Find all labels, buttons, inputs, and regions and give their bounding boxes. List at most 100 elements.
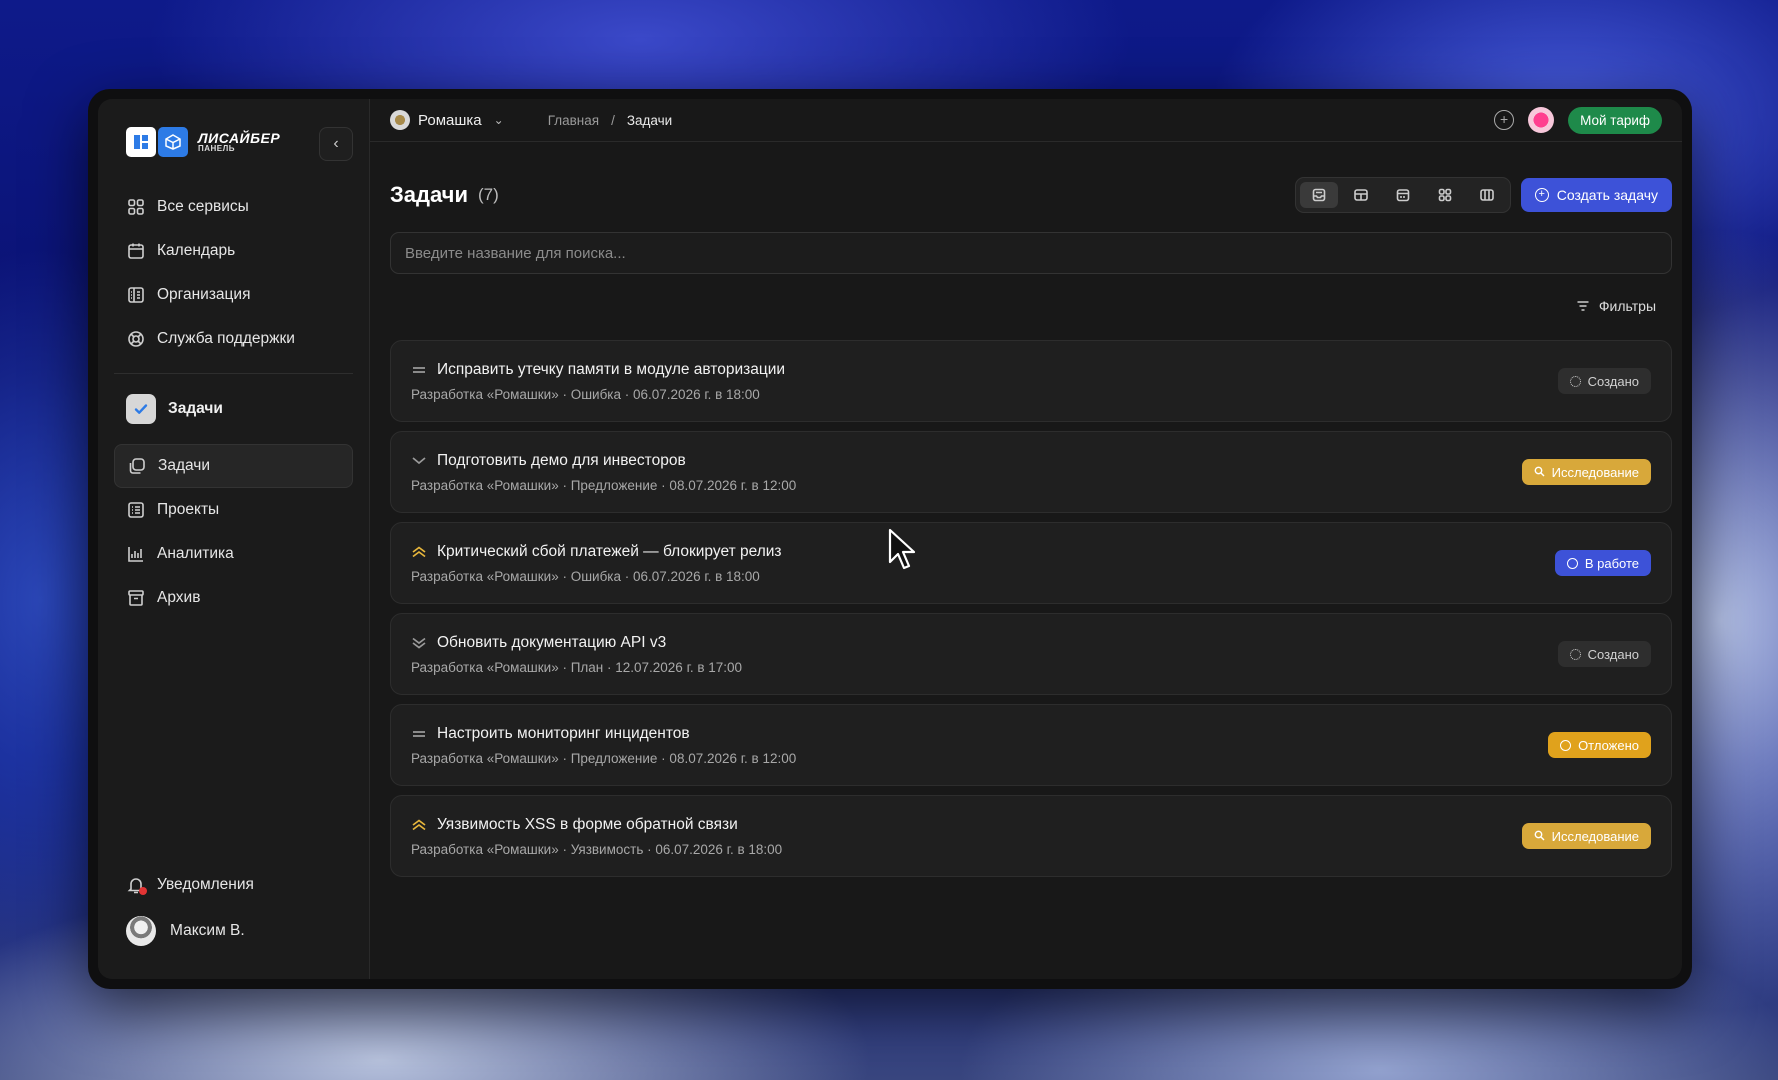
sidebar-item-label: Организация <box>157 286 251 303</box>
lifebuoy-icon <box>128 331 144 347</box>
checkbox-app-icon <box>126 394 156 424</box>
chevron-down-icon: ⌄ <box>493 113 504 127</box>
my-tariff-button[interactable]: Мой тариф <box>1568 106 1662 134</box>
task-card[interactable]: Исправить утечку памяти в модуле авториз… <box>390 340 1672 422</box>
org-name: Ромашка <box>418 111 482 129</box>
sidebar-bottom: Уведомления Максим В. <box>114 865 353 957</box>
sidebar-item-label: Календарь <box>157 242 236 259</box>
building-icon <box>128 287 144 303</box>
task-title: Обновить документацию API v3 <box>437 633 667 651</box>
chart-icon <box>128 547 143 562</box>
mouse-pointer-icon <box>888 528 916 570</box>
sidebar-item-archive[interactable]: Архив <box>114 576 353 620</box>
search-placeholder: Введите название для поиска... <box>405 244 626 262</box>
task-card[interactable]: Уязвимость XSS в форме обратной связи Ра… <box>390 795 1672 877</box>
search-input[interactable]: Введите название для поиска... <box>390 232 1672 274</box>
sidebar-item-projects[interactable]: Проекты <box>114 488 353 532</box>
notification-dot <box>139 887 147 895</box>
sidebar-item-label: Аналитика <box>157 545 234 562</box>
brand-subtitle: ПАНЕЛЬ <box>198 144 236 153</box>
status-in-progress-icon <box>1566 557 1578 569</box>
create-task-button[interactable]: + Создать задачу <box>1520 178 1672 212</box>
logo-mark-icon <box>126 127 156 157</box>
user-profile[interactable]: Максим В. <box>114 905 353 957</box>
task-card[interactable]: Подготовить демо для инвесторов Разработ… <box>390 431 1672 513</box>
section-header-tasks[interactable]: Задачи <box>114 386 353 432</box>
status-label: Исследование <box>1551 464 1639 480</box>
avatar <box>126 916 156 946</box>
sidebar: ЛИСАЙБЕР ПАНЕЛЬ ‹ Все сервисы Календарь … <box>98 99 370 979</box>
task-card[interactable]: Критический сбой платежей — блокирует ре… <box>390 522 1672 604</box>
filters-button[interactable]: Фильтры <box>390 274 1672 338</box>
view-calendar[interactable] <box>1384 182 1422 208</box>
sidebar-item-label: Все сервисы <box>157 198 249 215</box>
status-created-icon <box>1569 648 1581 660</box>
task-card[interactable]: Настроить мониторинг инцидентов Разработ… <box>390 704 1672 786</box>
notifications-label: Уведомления <box>157 876 254 893</box>
sidebar-item-label: Проекты <box>157 501 220 518</box>
sidebar-item-analytics[interactable]: Аналитика <box>114 532 353 576</box>
task-title: Уязвимость XSS в форме обратной связи <box>437 815 738 833</box>
breadcrumb-separator: / <box>611 112 615 128</box>
chamomile-org-icon <box>390 110 410 130</box>
task-title: Исправить утечку памяти в модуле авториз… <box>437 360 786 378</box>
task-meta: Разработка «Ромашки» · Ошибка · 06.07.20… <box>411 568 760 584</box>
archive-icon <box>128 590 144 606</box>
filters-label: Фильтры <box>1598 298 1656 314</box>
sidebar-item-organization[interactable]: Организация <box>114 273 353 317</box>
create-task-label: Создать задачу <box>1556 187 1658 203</box>
brand-title: ЛИСАЙБЕР <box>198 130 281 146</box>
chevron-left-icon: ‹ <box>333 135 339 152</box>
status-badge[interactable]: Исследование <box>1521 459 1651 485</box>
grid-view-icon <box>1438 188 1452 202</box>
notifications-button[interactable]: Уведомления <box>114 865 353 905</box>
task-list: Исправить утечку памяти в модуле авториз… <box>390 340 1672 877</box>
topbar: Ромашка ⌄ Главная / Задачи + Мой тариф <box>370 99 1682 142</box>
priority-medium-icon <box>411 364 427 376</box>
status-label: Отложено <box>1578 737 1639 753</box>
breadcrumb-current: Задачи <box>626 112 673 128</box>
status-badge[interactable]: Создано <box>1557 368 1651 394</box>
task-meta: Разработка «Ромашки» · Предложение · 08.… <box>411 477 797 493</box>
collapse-sidebar-button[interactable]: ‹ <box>319 127 353 161</box>
calendar-icon <box>128 243 144 259</box>
view-inbox[interactable] <box>1299 182 1338 208</box>
user-name: Максим В. <box>170 922 245 939</box>
view-table[interactable] <box>1342 182 1380 208</box>
content: Задачи (7) + Создать задачу Введите назв… <box>370 142 1682 877</box>
profile-avatar[interactable] <box>1528 107 1555 133</box>
grid-icon <box>128 199 144 215</box>
view-columns[interactable] <box>1468 182 1506 208</box>
priority-low-icon <box>411 455 427 467</box>
task-count: (7) <box>477 185 499 204</box>
inbox-view-icon <box>1312 188 1326 202</box>
sidebar-item-label: Архив <box>157 589 201 606</box>
sidebar-item-calendar[interactable]: Календарь <box>114 229 353 273</box>
table-view-icon <box>1353 189 1368 201</box>
status-badge[interactable]: Исследование <box>1521 823 1651 849</box>
status-badge[interactable]: Создано <box>1557 641 1651 667</box>
status-badge[interactable]: Отложено <box>1548 732 1651 758</box>
tasks-icon <box>129 458 145 474</box>
breadcrumb-home[interactable]: Главная <box>548 113 599 128</box>
sidebar-item-label: Задачи <box>158 457 211 474</box>
task-card[interactable]: Обновить документацию API v3 Разработка … <box>390 613 1672 695</box>
main-area: Ромашка ⌄ Главная / Задачи + Мой тариф З… <box>370 99 1682 979</box>
sidebar-divider <box>114 373 353 374</box>
sidebar-item-all-services[interactable]: Все сервисы <box>114 185 353 229</box>
task-title: Критический сбой платежей — блокирует ре… <box>437 542 782 560</box>
list-icon <box>128 502 144 518</box>
brand[interactable]: ЛИСАЙБЕР ПАНЕЛЬ <box>114 99 353 185</box>
add-circle-icon[interactable]: + <box>1494 110 1515 130</box>
cube-logo-icon <box>158 127 188 157</box>
search-icon <box>1534 465 1545 480</box>
priority-high-icon <box>411 545 427 558</box>
view-switcher <box>1294 177 1511 213</box>
view-grid[interactable] <box>1426 182 1464 208</box>
org-switcher[interactable]: Ромашка ⌄ <box>390 110 504 130</box>
breadcrumb: Главная / Задачи <box>548 113 672 128</box>
sidebar-item-support[interactable]: Служба поддержки <box>114 317 353 361</box>
page-title: Задачи <box>390 182 468 207</box>
status-badge[interactable]: В работе <box>1554 550 1651 576</box>
sidebar-item-tasks[interactable]: Задачи <box>114 444 353 488</box>
